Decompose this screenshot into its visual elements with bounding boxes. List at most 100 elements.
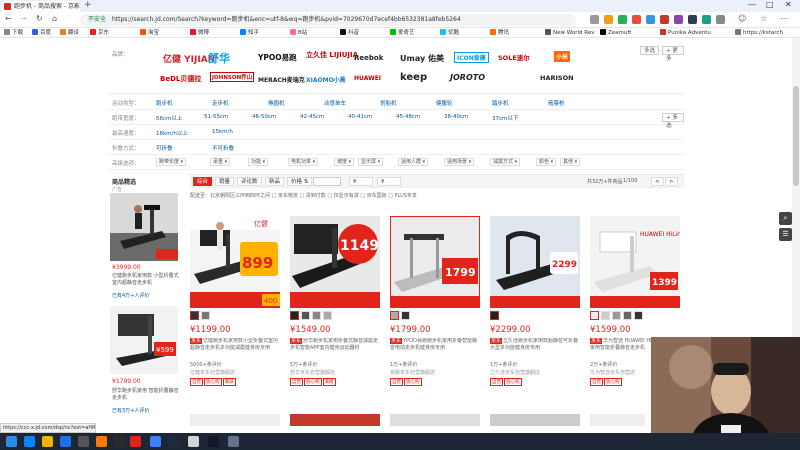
delivery-filter-bar[interactable]: 配送至：北京朝阳区三环到四环之间 □ 京东物流 □ 货到付款 □ 仅显示有货 □… — [190, 192, 684, 202]
filter-option[interactable]: 45-48cm — [396, 114, 420, 120]
sort-sales-button[interactable]: 销量 — [215, 177, 235, 186]
bookmark-item[interactable]: 百度 — [32, 29, 51, 37]
filter-option[interactable]: 46-50cm — [252, 114, 276, 120]
brand-huawei[interactable]: HUAWEI — [354, 75, 381, 82]
product-card[interactable]: 亿健 899 400 ¥1199.00 京东 亿健跑步机家用款小型折叠式室内超静音… — [190, 216, 280, 394]
filter-option[interactable]: 42-45cm — [300, 114, 324, 120]
side-tool-icon[interactable]: ☰ — [779, 228, 792, 241]
brand-merach[interactable]: MERACH麦瑞克 — [258, 75, 305, 84]
product-image-next[interactable] — [390, 414, 480, 426]
product-card[interactable]: 2299 ¥2299.00 京东 立久佳跑步机家用款超静音可折叠大型多功能健身房专… — [490, 216, 580, 394]
sort-new-button[interactable]: 新品 — [265, 177, 285, 186]
home-icon[interactable]: ⌂ — [52, 14, 57, 23]
product-comments[interactable]: 2万+条评价 — [590, 361, 617, 368]
left-product-image[interactable] — [110, 193, 178, 261]
filter-option[interactable]: 划船机 — [380, 99, 397, 107]
product-title[interactable]: 京东 YPOO易跑跑步机家用折叠智能静音电动走步机健身房专用 — [390, 338, 480, 360]
app-icon[interactable] — [130, 436, 141, 447]
brand-johnson[interactable]: JOHNSON乔山 — [210, 72, 255, 82]
bookmark-item[interactable]: Zeamuft — [600, 29, 631, 37]
browser-tab[interactable]: 跑步机 - 商品搜索 - 京东 ✕ — [2, 1, 80, 12]
brand-icon[interactable]: ICON爱康 — [454, 52, 489, 63]
folder-icon[interactable] — [42, 436, 53, 447]
advanced-dropdown[interactable]: 颜色 ▾ — [536, 158, 557, 166]
menu-icon[interactable]: ⋯ — [780, 14, 788, 23]
filter-option[interactable]: 动感单车 — [324, 99, 346, 107]
product-card[interactable]: 1799 ¥1799.00 京东 YPOO易跑跑步机家用折叠智能静音电动走步机健身… — [390, 216, 480, 394]
forward-icon[interactable]: → — [20, 14, 27, 23]
color-thumbs[interactable] — [190, 311, 280, 321]
product-comments[interactable]: 5000+条评价 — [190, 361, 222, 368]
scrollbar-thumb[interactable] — [793, 86, 799, 186]
extension-icon[interactable] — [674, 15, 683, 24]
filter-option[interactable]: 16km/h以上 — [156, 129, 188, 137]
product-image[interactable]: 1149 — [290, 216, 380, 308]
product-comments[interactable]: 1万+条评价 — [390, 361, 417, 368]
edge-icon[interactable] — [24, 436, 35, 447]
extension-icon[interactable] — [702, 15, 711, 24]
bookmark-item[interactable]: 微博 — [190, 29, 209, 37]
extension-icon[interactable] — [590, 15, 599, 24]
bookmark-item[interactable]: 腾讯 — [490, 29, 509, 37]
extension-icon[interactable] — [618, 15, 627, 24]
left-product-reviews[interactable]: 已有4万+人评价 — [112, 293, 182, 300]
bookmark-item[interactable]: New World Rev — [545, 29, 594, 37]
brand-bedl[interactable]: BeDL贝德拉 — [160, 74, 201, 84]
sort-price-button[interactable]: 价格 ⇅ — [287, 177, 313, 186]
filter-option[interactable]: 37cm以下 — [492, 114, 518, 122]
color-thumbs[interactable] — [290, 311, 380, 321]
advanced-dropdown[interactable]: 减震方式 ▾ — [490, 158, 521, 166]
bookmark-item[interactable]: 下载 — [4, 29, 23, 37]
advanced-dropdown[interactable]: 承重 ▾ — [210, 158, 231, 166]
brand-more-button[interactable]: + 更多 — [662, 46, 684, 62]
filter-option[interactable]: 不可折叠 — [212, 144, 234, 152]
color-thumbs[interactable] — [590, 311, 680, 321]
prev-page-button[interactable]: < — [651, 177, 664, 186]
maximize-icon[interactable]: □ — [766, 0, 774, 9]
brand-reebok[interactable]: Reebok — [354, 54, 383, 62]
profile-icon[interactable]: ☺ — [738, 14, 746, 23]
price-max-input[interactable]: ¥ — [377, 177, 401, 186]
product-image[interactable]: 亿健 899 400 — [190, 216, 280, 308]
bookmark-item[interactable]: 翻译 — [60, 29, 79, 37]
advanced-dropdown[interactable]: 适用场景 ▾ — [444, 158, 475, 166]
product-shop[interactable]: 立久佳京东自营旗舰店 — [490, 369, 540, 376]
app-icon[interactable] — [150, 436, 161, 447]
filter-option[interactable]: 15km/h — [212, 129, 233, 135]
bookmark-item[interactable]: 爱奇艺 — [390, 29, 415, 37]
filter-option[interactable]: 51-55cm — [204, 114, 228, 120]
app-icon[interactable] — [168, 436, 179, 447]
brand-keep[interactable]: keep — [400, 72, 427, 83]
product-shop[interactable]: 舒华京东自营旗舰店 — [290, 369, 335, 376]
product-shop[interactable]: 亿健京东自营旗舰店 — [190, 369, 235, 376]
product-title[interactable]: 京东 亿健跑步机家用款小型折叠式室内超静音走步机多功能减震健身房专用 — [190, 338, 280, 360]
product-image[interactable]: 1799 — [390, 216, 480, 308]
product-image-next[interactable] — [490, 414, 580, 426]
app-icon[interactable] — [188, 436, 199, 447]
extension-icon[interactable] — [646, 15, 655, 24]
width-multiselect-button[interactable]: + 多选 — [662, 113, 684, 129]
brand-lijiujia[interactable]: 立久佳 LIJIUJIA — [306, 50, 358, 60]
brand-multiselect-button[interactable]: 多选 — [640, 46, 660, 55]
brand-harison[interactable]: HARISON — [540, 74, 574, 82]
left-product-title[interactable]: 舒华跑步机家用 智能折叠静音走步机 — [112, 388, 182, 402]
bookmark-item[interactable]: B站 — [290, 29, 307, 37]
bookmark-item[interactable]: 淘宝 — [140, 29, 159, 37]
advanced-dropdown[interactable]: 功能 ▾ — [248, 158, 269, 166]
product-title[interactable]: 京东 舒华跑步机家用折叠式静音减震走步机智能APP室内健身运动器材 — [290, 338, 380, 360]
product-image-next[interactable] — [590, 414, 645, 426]
sort-comments-button[interactable]: 评论数 — [237, 177, 262, 186]
minimize-icon[interactable]: — — [748, 0, 756, 9]
advanced-dropdown[interactable]: 其他 ▾ — [560, 158, 581, 166]
brand-umay[interactable]: Umay 佑美 — [400, 53, 444, 64]
product-comments[interactable]: 5万+条评价 — [290, 361, 317, 368]
product-image-next[interactable] — [290, 414, 380, 426]
close-tab-icon[interactable]: ✕ — [73, 1, 78, 12]
favorites-icon[interactable]: ☆ — [760, 14, 767, 23]
app-icon[interactable] — [60, 436, 71, 447]
app-icon[interactable] — [114, 436, 125, 447]
brand-xiaomo[interactable]: XIAOMO小莫 — [306, 75, 346, 84]
price-min-input[interactable]: ¥ — [349, 177, 373, 186]
advanced-dropdown[interactable]: 坡度 ▾ — [334, 158, 355, 166]
reload-icon[interactable]: ↻ — [36, 14, 43, 23]
